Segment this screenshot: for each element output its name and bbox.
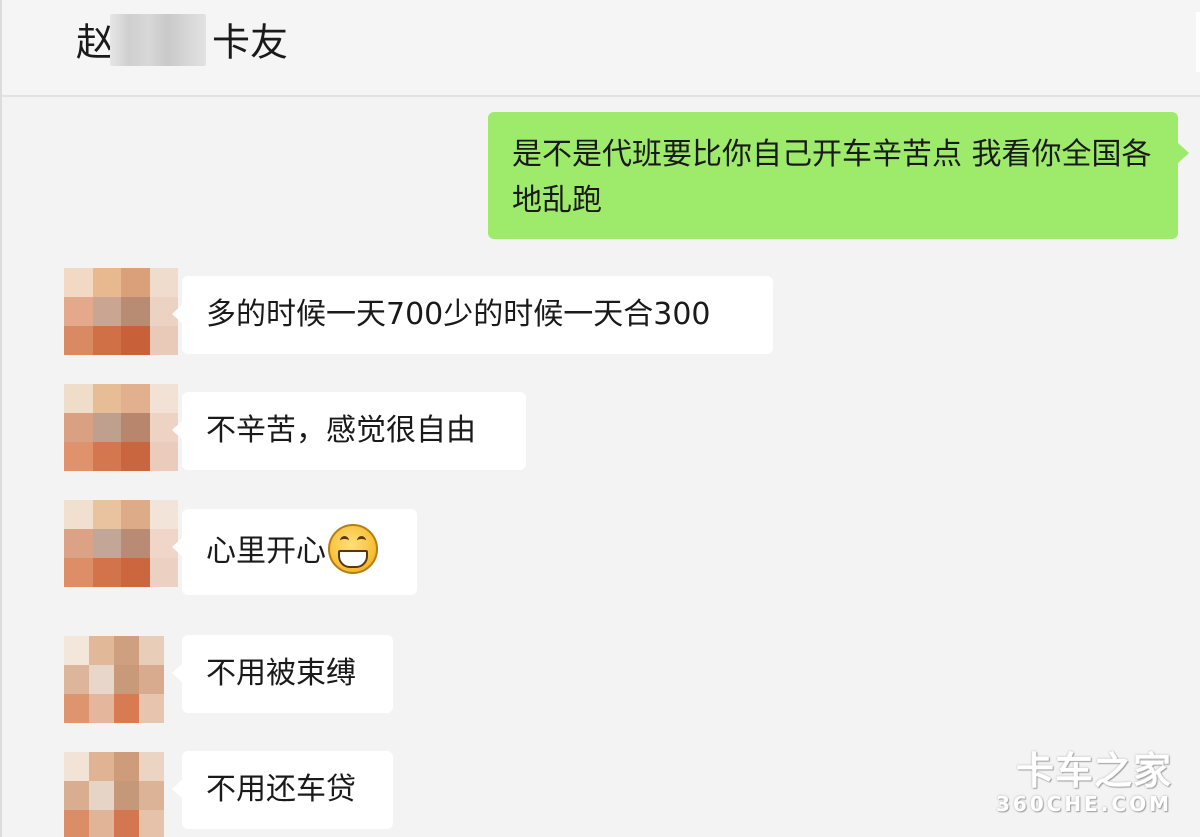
grinning-face-icon bbox=[328, 523, 378, 574]
received-message-bubble[interactable]: 不用还车贷 bbox=[172, 751, 393, 829]
message-text: 不用还车贷 bbox=[206, 772, 356, 807]
sent-message-bubble[interactable]: 是不是代班要比你自己开车辛苦点 我看你全国各地乱跑 bbox=[488, 112, 1189, 239]
contact-avatar[interactable] bbox=[64, 384, 178, 471]
contact-avatar[interactable] bbox=[64, 752, 164, 837]
contact-name-prefix: 赵 bbox=[76, 20, 115, 65]
message-text: 是不是代班要比你自己开车辛苦点 我看你全国各地乱跑 bbox=[512, 137, 1152, 218]
contact-name-redaction bbox=[110, 13, 207, 66]
message-text: 多的时候一天700少的时候一天合300 bbox=[206, 297, 711, 332]
watermark-cn: 卡车之家 bbox=[1015, 749, 1172, 793]
message-text: 不辛苦，感觉很自由 bbox=[206, 413, 476, 448]
site-watermark: 卡车之家 360CHE.COM bbox=[996, 749, 1172, 815]
chat-title[interactable]: 赵 卡友 bbox=[76, 13, 289, 67]
received-message-bubble[interactable]: 多的时候一天700少的时候一天合300 bbox=[172, 276, 773, 354]
received-message-bubble[interactable]: 不辛苦，感觉很自由 bbox=[172, 392, 526, 470]
message-text: 心里开心 bbox=[206, 534, 326, 569]
received-message-bubble[interactable]: 不用被束缚 bbox=[172, 635, 393, 713]
contact-avatar[interactable] bbox=[64, 268, 178, 355]
window-edge bbox=[1196, 12, 1200, 72]
chat-window: 赵 卡友 是不是代班要比你自己开车辛苦点 我看你全国各地乱跑 多的时候一天700少… bbox=[0, 0, 1200, 837]
chat-header: 赵 卡友 bbox=[2, 0, 1200, 97]
watermark-en: 360CHE.COM bbox=[995, 792, 1172, 816]
received-message-bubble[interactable]: 心里开心 bbox=[172, 509, 417, 595]
contact-name-suffix: 卡友 bbox=[212, 20, 289, 65]
message-text: 不用被束缚 bbox=[206, 656, 356, 691]
contact-avatar[interactable] bbox=[64, 636, 164, 723]
contact-avatar[interactable] bbox=[64, 500, 178, 587]
